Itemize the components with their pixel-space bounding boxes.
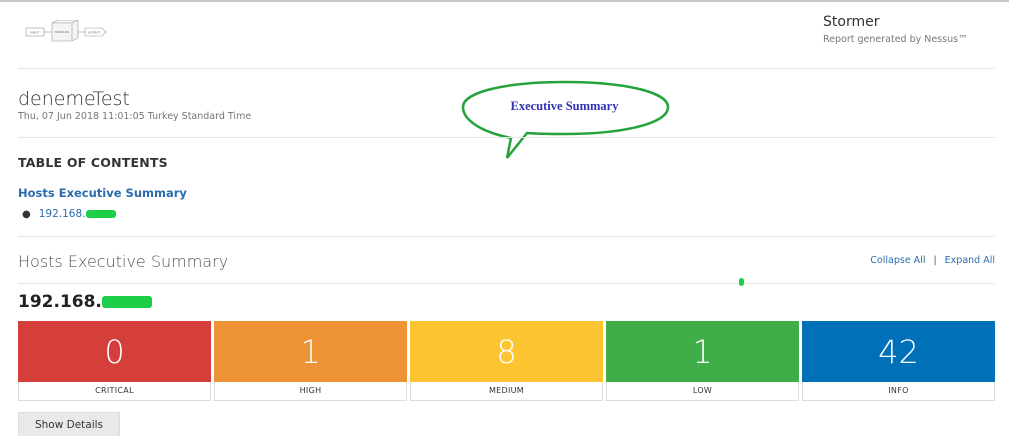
section-title: Hosts Executive Summary [18, 252, 229, 271]
severity-low[interactable]: 1 LOW [606, 321, 799, 401]
severity-summary: 0 CRITICAL 1 HIGH 8 MEDIUM 1 LOW 42 INFO [18, 321, 995, 401]
logo-spooler-label: SPOOLER [55, 30, 69, 34]
collapse-all-link[interactable]: Collapse All [870, 255, 925, 266]
redaction-mark [85, 210, 116, 218]
brand-title: Stormer [823, 14, 880, 30]
redaction-mark [739, 278, 744, 286]
toc-hosts-summary-link[interactable]: Hosts Executive Summary [18, 186, 187, 200]
severity-count: 42 [802, 321, 995, 382]
brand-subtitle: Report generated by Nessus™ [823, 34, 968, 45]
severity-label: CRITICAL [18, 382, 211, 401]
toc-host-item[interactable]: ● 192.168. [22, 208, 116, 220]
divider [18, 236, 995, 237]
toggle-separator: | [933, 255, 937, 266]
show-details-button[interactable]: Show Details [18, 412, 120, 436]
logo-input-label: INPUT [31, 31, 40, 35]
severity-label: INFO [802, 382, 995, 401]
divider [18, 283, 995, 284]
severity-label: MEDIUM [410, 382, 603, 401]
logo-output-label: OUTPUT [88, 31, 100, 35]
severity-critical[interactable]: 0 CRITICAL [18, 321, 211, 401]
scan-title: denemeTest [18, 88, 130, 110]
severity-count: 1 [606, 321, 799, 382]
divider [18, 137, 995, 138]
report-brand: Stormer Report generated by Nessus™ [823, 14, 993, 45]
severity-count: 1 [214, 321, 407, 382]
divider [18, 68, 995, 69]
severity-count: 8 [410, 321, 603, 382]
bullet-icon: ● [22, 209, 31, 220]
callout-bubble [461, 80, 670, 159]
expand-all-link[interactable]: Expand All [945, 255, 995, 266]
top-border [0, 0, 1009, 2]
nessus-logo-diagram: INPUT SPOOLER OUTPUT [25, 20, 107, 42]
redaction-mark [101, 296, 152, 308]
severity-count: 0 [18, 321, 211, 382]
severity-label: HIGH [214, 382, 407, 401]
severity-label: LOW [606, 382, 799, 401]
host-ip: 192.168. [18, 292, 102, 312]
toc-host-ip[interactable]: 192.168. [39, 208, 86, 220]
severity-info[interactable]: 42 INFO [802, 321, 995, 401]
scan-date: Thu, 07 Jun 2018 11:01:05 Turkey Standar… [18, 111, 252, 122]
severity-medium[interactable]: 8 MEDIUM [410, 321, 603, 401]
expand-collapse-controls: Collapse All | Expand All [870, 255, 995, 266]
toc-heading: TABLE OF CONTENTS [18, 155, 168, 170]
callout-text: Executive Summary [510, 99, 619, 113]
host-title: 192.168. [18, 292, 152, 312]
severity-high[interactable]: 1 HIGH [214, 321, 407, 401]
